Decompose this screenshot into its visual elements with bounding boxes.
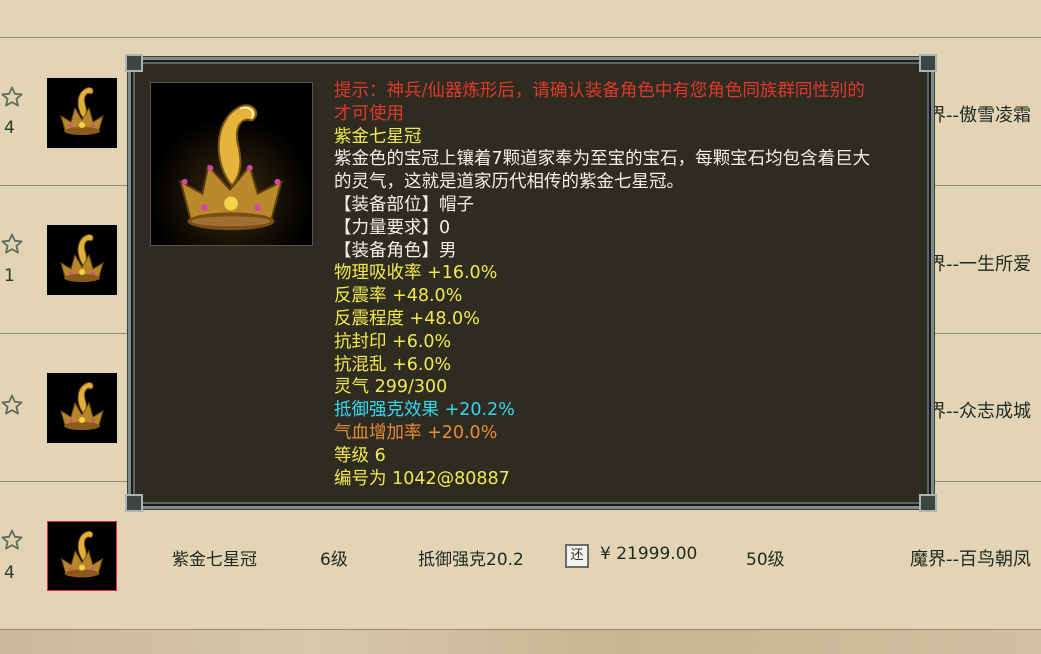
- tooltip-slot: 【装备部位】帽子: [334, 194, 474, 215]
- tooltip-stat: 抗混乱 +6.0%: [334, 354, 452, 375]
- tooltip-text: 提示：神兵/仙器炼形后，请确认装备角色中有您角色同族群同性别的才可使用 紫金七星…: [334, 80, 894, 490]
- special-stat-label: 抵御强克效果: [334, 400, 439, 421]
- item-attribute: 抵御强克20.2: [418, 550, 524, 570]
- item-thumbnail[interactable]: [47, 225, 117, 295]
- footer-decoration: [0, 630, 1041, 654]
- hp-stat-label: 气血增加率: [334, 422, 422, 443]
- tooltip-special-stat: 抵御强克效果 +20.2%: [334, 399, 894, 422]
- item-thumbnail[interactable]: [47, 521, 117, 591]
- item-price: ¥ 21999.00: [600, 544, 698, 564]
- tooltip-stat: 反震率 +48.0%: [334, 286, 463, 307]
- tooltip-corner: [919, 54, 937, 72]
- tooltip-hp-stat: 气血增加率 +20.0%: [334, 422, 894, 445]
- favorite-star-icon[interactable]: [0, 232, 24, 256]
- crown-icon: [60, 87, 104, 135]
- item-image: [150, 82, 313, 246]
- crown-icon: [60, 530, 104, 578]
- tooltip-stat: 抗封印 +6.0%: [334, 331, 452, 352]
- seller-name: 魔界--百鸟朝凤: [910, 549, 1031, 570]
- tooltip-grade: 等级 6: [334, 445, 386, 466]
- tooltip-corner: [125, 54, 143, 72]
- tooltip-stat: 物理吸收率 +16.0%: [334, 263, 498, 284]
- tooltip-stat: 反震程度 +48.0%: [334, 308, 480, 329]
- crown-icon: [60, 382, 104, 430]
- favorite-star-icon[interactable]: [0, 85, 24, 109]
- favorite-star-icon[interactable]: [0, 528, 24, 552]
- item-tooltip: 提示：神兵/仙器炼形后，请确认装备角色中有您角色同族群同性别的才可使用 紫金七星…: [125, 54, 937, 512]
- tooltip-item-name: 紫金七星冠: [334, 126, 422, 147]
- seller-name: 界--一生所爱: [928, 254, 1031, 275]
- favorite-count: 4: [4, 563, 15, 583]
- item-thumbnail[interactable]: [47, 78, 117, 148]
- bargain-icon[interactable]: 还: [565, 544, 589, 568]
- tooltip-corner: [125, 494, 143, 512]
- seller-name: 界--傲雪凌霜: [928, 105, 1031, 126]
- item-thumbnail[interactable]: [47, 373, 117, 443]
- tooltip-stat: 灵气 299/300: [334, 377, 448, 398]
- crown-icon: [60, 234, 104, 282]
- favorite-count: 1: [4, 266, 15, 286]
- favorite-star-icon[interactable]: [0, 393, 24, 417]
- special-stat-value: +20.2%: [439, 400, 515, 421]
- seller-name: 界--众志成城: [928, 401, 1031, 422]
- tooltip-corner: [919, 494, 937, 512]
- hp-stat-value: +20.0%: [421, 422, 498, 443]
- tooltip-role: 【装备角色】男: [334, 240, 457, 261]
- item-level: 6级: [320, 550, 348, 570]
- tooltip-strength-req: 【力量要求】0: [334, 217, 451, 238]
- tooltip-notice: 提示：神兵/仙器炼形后，请确认装备角色中有您角色同族群同性别的才可使用: [334, 81, 865, 124]
- favorite-count: 4: [4, 118, 15, 138]
- tooltip-serial: 编号为 1042@80887: [334, 468, 510, 489]
- tooltip-description: 紫金色的宝冠上镶着7颗道家奉为至宝的宝石，每颗宝石均包含着巨大的灵气，这就是道家…: [334, 149, 871, 193]
- crown-icon: [151, 83, 312, 245]
- item-name[interactable]: 紫金七星冠: [172, 545, 257, 570]
- required-level: 50级: [746, 550, 785, 570]
